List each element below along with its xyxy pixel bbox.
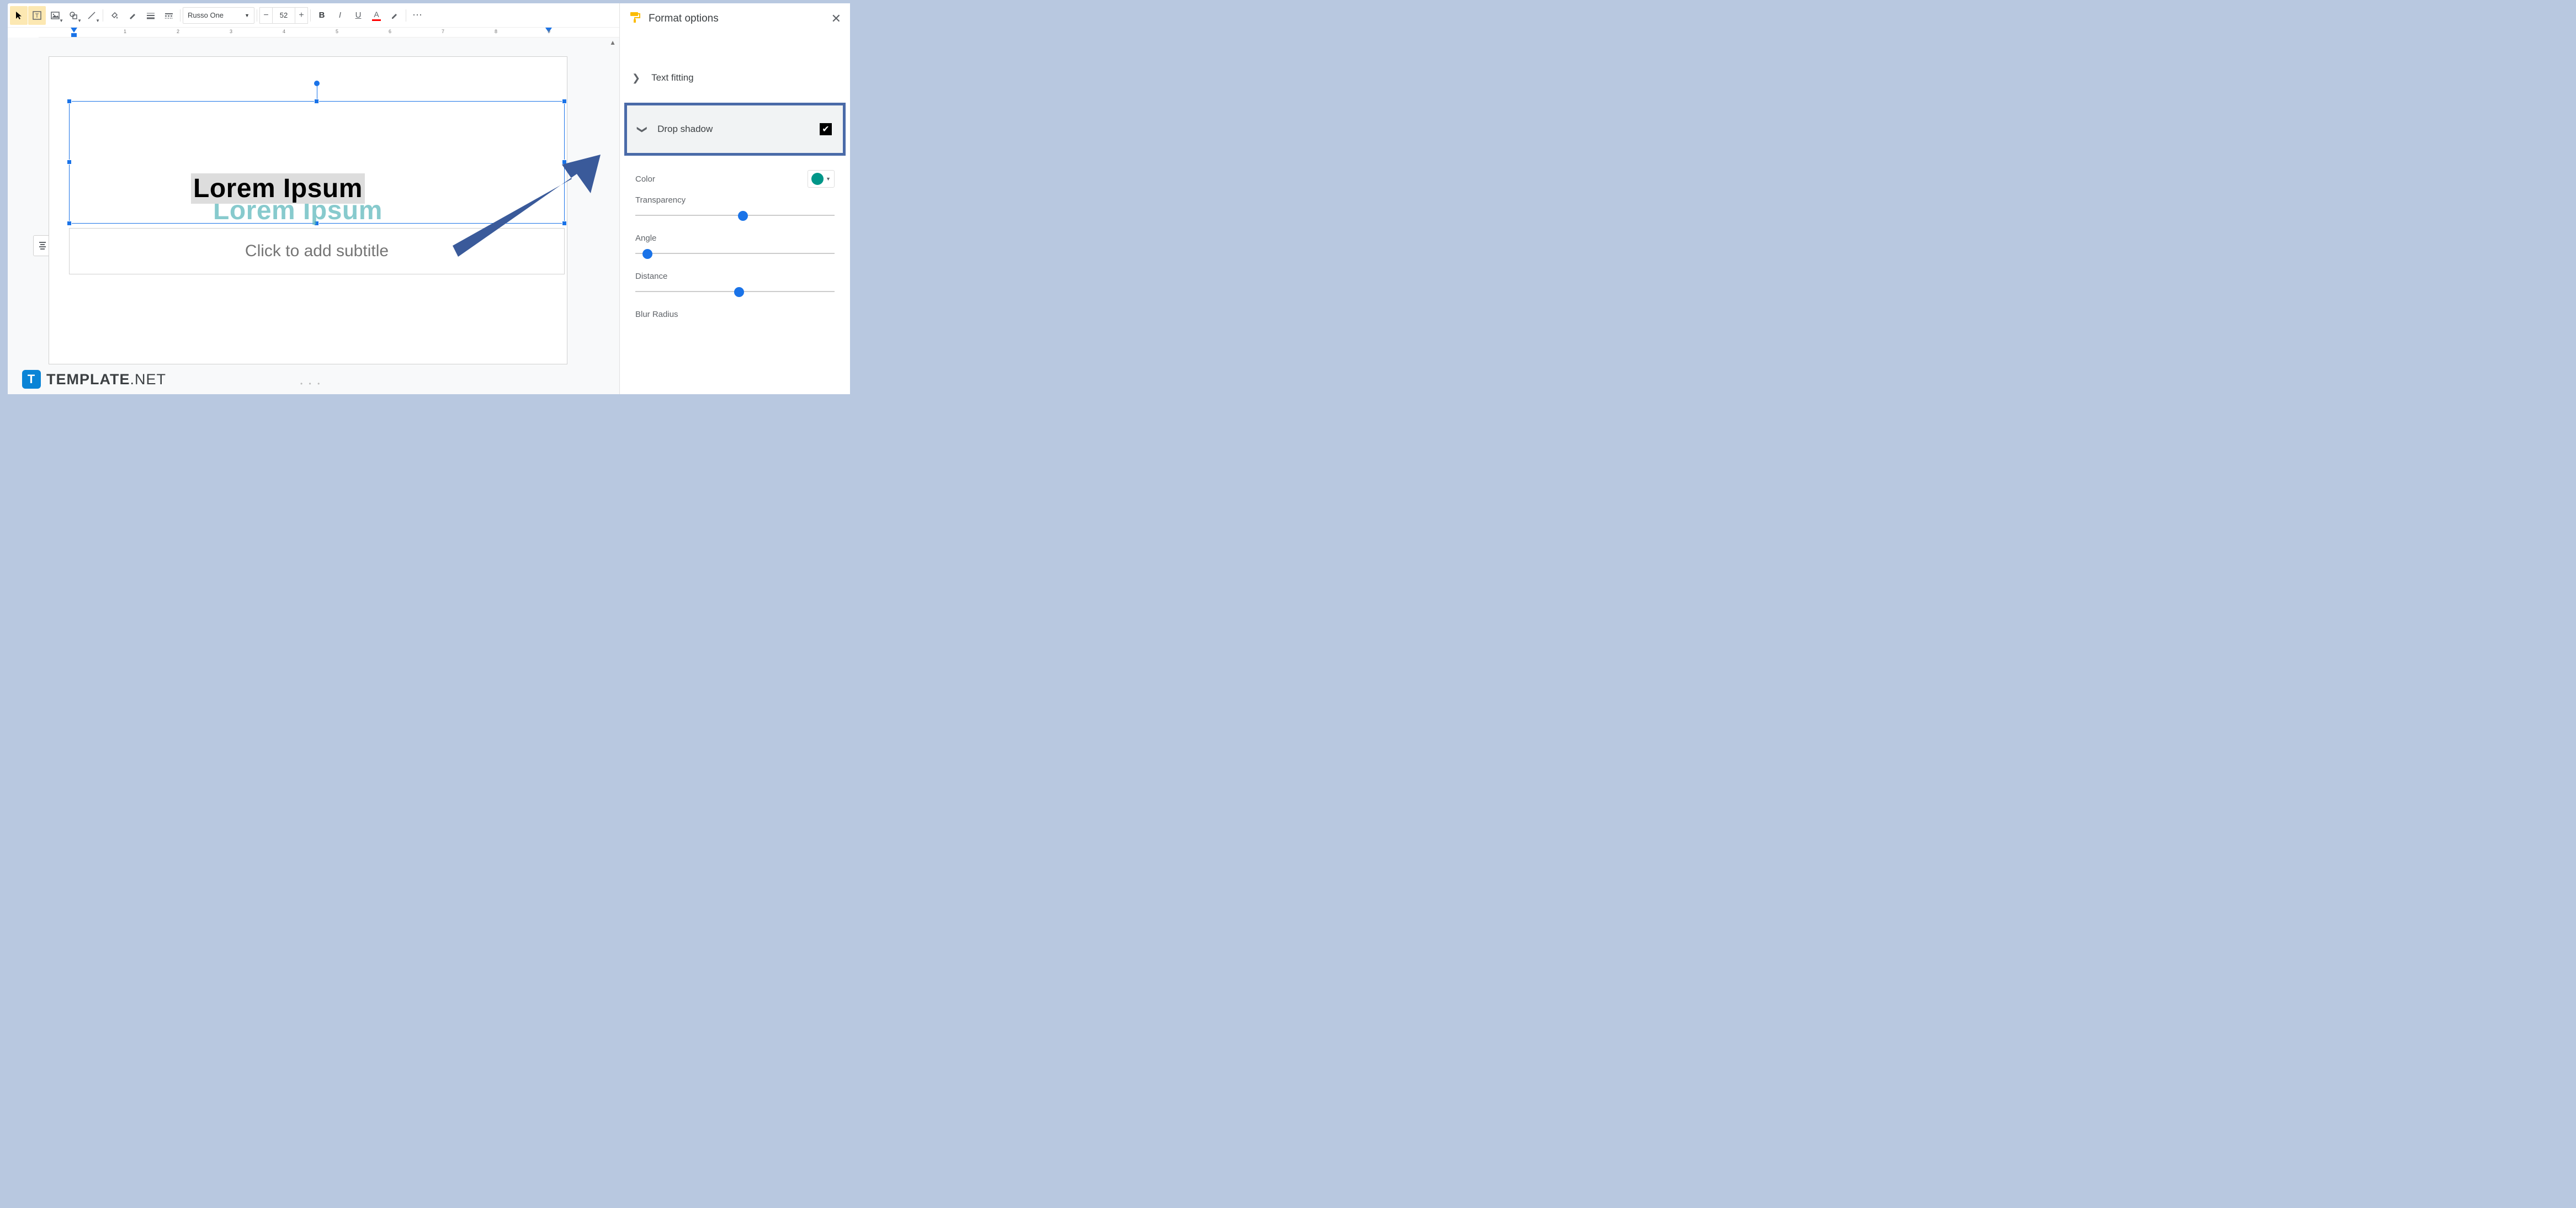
font-name: Russo One bbox=[188, 11, 224, 19]
watermark-thin: .NET bbox=[130, 371, 167, 388]
more-tools-button[interactable]: ⋯ bbox=[408, 6, 426, 25]
color-label: Color bbox=[635, 174, 655, 184]
watermark-strong: TEMPLATE bbox=[46, 371, 130, 388]
distance-slider[interactable] bbox=[635, 283, 835, 300]
bold-button[interactable]: B bbox=[313, 6, 331, 25]
resize-handle-ne[interactable] bbox=[562, 99, 567, 104]
slider-thumb[interactable] bbox=[642, 249, 652, 259]
angle-slider[interactable] bbox=[635, 245, 835, 262]
border-color-tool[interactable] bbox=[124, 6, 141, 25]
section-drop-shadow[interactable]: ❯ Drop shadow ✔ bbox=[624, 103, 846, 156]
ruler-tick: 9 bbox=[548, 29, 550, 34]
resize-handle-se[interactable] bbox=[562, 221, 567, 226]
slider-thumb[interactable] bbox=[734, 287, 744, 297]
watermark-logo: T bbox=[22, 370, 41, 389]
scroll-up-arrow[interactable]: ▲ bbox=[609, 39, 616, 46]
subtitle-textbox[interactable]: Click to add subtitle bbox=[69, 228, 565, 274]
separator bbox=[310, 9, 311, 22]
slide[interactable]: Lorem Ipsum Lorem Ipsum Click to add sub… bbox=[49, 56, 567, 364]
transparency-label: Transparency bbox=[635, 195, 835, 205]
ruler-tick: 6 bbox=[389, 29, 391, 34]
slider-thumb[interactable] bbox=[738, 211, 748, 221]
drop-shadow-checkbox[interactable]: ✔ bbox=[820, 123, 832, 135]
indent-marker-bottom[interactable] bbox=[71, 33, 77, 37]
decrease-font-button[interactable]: − bbox=[259, 7, 273, 24]
rotation-handle[interactable] bbox=[314, 81, 320, 86]
indent-marker-top[interactable] bbox=[71, 28, 77, 33]
chevron-down-icon: ❯ bbox=[636, 125, 648, 133]
distance-label: Distance bbox=[635, 272, 835, 281]
ruler-tick: 5 bbox=[336, 29, 338, 34]
panel-title: Format options bbox=[649, 13, 824, 25]
underline-button[interactable]: U bbox=[349, 6, 367, 25]
ruler-tick: 8 bbox=[495, 29, 497, 34]
subtitle-placeholder: Click to add subtitle bbox=[245, 242, 389, 261]
paint-roller-icon bbox=[629, 11, 641, 27]
font-select[interactable]: Russo One ▼ bbox=[183, 7, 254, 24]
resize-handle-w[interactable] bbox=[67, 160, 72, 165]
watermark: T TEMPLATE.NET bbox=[22, 370, 166, 389]
filmstrip-grip[interactable]: • • • bbox=[300, 380, 322, 388]
font-size-group: − + bbox=[259, 7, 308, 24]
format-panel: Format options ✕ ❯ Text fitting ❯ Drop s… bbox=[619, 3, 850, 394]
ruler-tick: 4 bbox=[283, 29, 285, 34]
section-label: Drop shadow bbox=[657, 124, 713, 135]
resize-handle-nw[interactable] bbox=[67, 99, 72, 104]
ruler-tick: 2 bbox=[177, 29, 179, 34]
image-tool[interactable]: ▼ bbox=[46, 6, 64, 25]
chevron-down-icon: ▼ bbox=[245, 13, 249, 18]
fill-color-tool[interactable] bbox=[105, 6, 123, 25]
text-color-button[interactable]: A bbox=[368, 6, 385, 25]
resize-handle-n[interactable] bbox=[314, 99, 319, 104]
increase-font-button[interactable]: + bbox=[295, 7, 308, 24]
angle-label: Angle bbox=[635, 234, 835, 243]
ruler-tick: 1 bbox=[124, 29, 126, 34]
ruler-tick: 7 bbox=[442, 29, 444, 34]
panel-header: Format options ✕ bbox=[620, 3, 850, 34]
title-text[interactable]: Lorem Ipsum bbox=[191, 173, 365, 204]
slider-track bbox=[635, 253, 835, 254]
title-textbox[interactable]: Lorem Ipsum Lorem Ipsum bbox=[69, 101, 565, 224]
color-option-row: Color ▼ bbox=[635, 170, 835, 188]
app-frame: T ▼ ▼ ▼ Russo One ▼ − + B I U A ⋯ ︿ bbox=[8, 3, 850, 394]
chevron-right-icon: ❯ bbox=[632, 72, 640, 84]
color-swatch bbox=[811, 173, 824, 185]
resize-handle-e[interactable] bbox=[562, 160, 567, 165]
select-tool[interactable] bbox=[10, 6, 28, 25]
resize-handle-sw[interactable] bbox=[67, 221, 72, 226]
close-panel-button[interactable]: ✕ bbox=[831, 12, 841, 26]
ruler-tick: 3 bbox=[230, 29, 232, 34]
italic-button[interactable]: I bbox=[331, 6, 349, 25]
transparency-slider[interactable] bbox=[635, 207, 835, 224]
svg-text:T: T bbox=[35, 13, 39, 19]
line-tool[interactable]: ▼ bbox=[83, 6, 100, 25]
shadow-color-button[interactable]: ▼ bbox=[808, 170, 835, 188]
shape-tool[interactable]: ▼ bbox=[65, 6, 82, 25]
chevron-down-icon: ▼ bbox=[826, 176, 831, 182]
border-weight-tool[interactable] bbox=[142, 6, 160, 25]
drop-shadow-options: Color ▼ Transparency Angle Distance bbox=[620, 159, 850, 319]
font-size-input[interactable] bbox=[273, 7, 295, 24]
slider-track bbox=[635, 215, 835, 216]
section-text-fitting[interactable]: ❯ Text fitting bbox=[620, 56, 850, 99]
textbox-tool[interactable]: T bbox=[28, 6, 46, 25]
blur-radius-label: Blur Radius bbox=[635, 310, 835, 319]
highlight-color-button[interactable] bbox=[386, 6, 403, 25]
border-dash-tool[interactable] bbox=[160, 6, 178, 25]
canvas-area[interactable]: Lorem Ipsum Lorem Ipsum Click to add sub… bbox=[8, 38, 619, 394]
section-label: Text fitting bbox=[651, 72, 694, 83]
